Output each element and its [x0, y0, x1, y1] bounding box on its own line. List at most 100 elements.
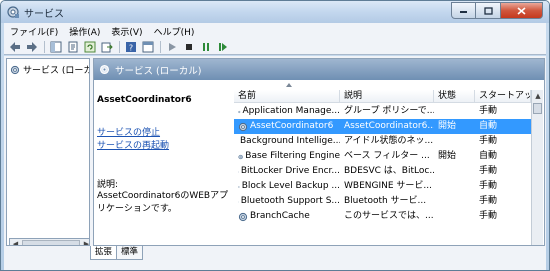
tab-extended[interactable]: 拡張: [90, 246, 118, 260]
cell-status: [434, 194, 475, 209]
menu-file[interactable]: ファイル(F): [10, 25, 58, 38]
restart-service-button[interactable]: [216, 40, 230, 54]
minimize-icon: [460, 10, 467, 13]
column-header-description[interactable]: 説明: [340, 90, 434, 103]
forward-icon: [27, 41, 37, 52]
pause-icon: [203, 42, 209, 51]
column-header-startup[interactable]: スタートアップ: [475, 90, 531, 103]
pane-title: サービス (ローカル): [115, 65, 202, 77]
caption-buttons: [451, 2, 543, 20]
table-row[interactable]: Block Level Backup ... WBENGINE サービ... 手動: [234, 179, 531, 194]
menu-view[interactable]: 表示(V): [111, 25, 142, 38]
cell-status: 開始: [438, 151, 457, 161]
service-gear-icon: [238, 201, 239, 202]
title-bar[interactable]: サービス: [1, 1, 549, 23]
list-vertical-scrollbar[interactable]: ▲: [531, 90, 543, 245]
scroll-thumb[interactable]: [533, 103, 542, 114]
description-text: AssetCoordinator6のWEBアプリケーションです。: [97, 191, 229, 214]
cell-name: Base Filtering Engine: [234, 149, 340, 164]
cell-description: BDESVC は、BitLoc...: [344, 166, 434, 176]
back-button[interactable]: [8, 40, 22, 54]
svg-text:?: ?: [129, 43, 133, 52]
maximize-icon: [483, 6, 493, 15]
service-gear-icon: [238, 185, 240, 188]
cell-description: WBENGINE サービ...: [344, 181, 432, 191]
cell-status: 開始: [438, 121, 457, 131]
export-button[interactable]: [100, 40, 114, 54]
results-pane: サービス (ローカル) AssetCoordinator6 サービスの停止 サー…: [93, 58, 545, 246]
console-icon: [142, 41, 154, 52]
stop-icon: [186, 43, 192, 50]
cell-startup: 手動: [479, 106, 498, 116]
scroll-up-arrow-icon[interactable]: ▲: [533, 90, 543, 102]
service-name: BitLocker Drive Encr...: [240, 166, 340, 176]
properties-button[interactable]: [66, 40, 80, 54]
forward-button[interactable]: [25, 40, 39, 54]
tab-standard[interactable]: 標準: [116, 246, 144, 260]
table-row[interactable]: Background Intellige... アイドル状態のネッ... 手動: [234, 134, 531, 149]
cell-name: AssetCoordinator6: [234, 119, 340, 134]
toolbar: ?: [4, 39, 546, 55]
cell-startup: 手動: [479, 211, 498, 221]
menu-bar: ファイル(F) 操作(A) 表示(V) ヘルプ(H): [4, 23, 546, 39]
selected-service-name: AssetCoordinator6: [97, 95, 192, 105]
scroll-right-arrow-icon[interactable]: ▶: [82, 240, 89, 245]
export-icon: [101, 42, 113, 52]
services-gear-icon: [10, 65, 20, 74]
services-window: サービス ファイル(F) 操作(A) 表示(V) ヘルプ(H) ? サービス (…: [0, 0, 550, 271]
scroll-thumb[interactable]: [22, 240, 80, 245]
table-row[interactable]: BranchCache このサービスでは、... 手動: [234, 209, 531, 224]
service-name: Base Filtering Engine: [245, 151, 340, 161]
minimize-button[interactable]: [451, 2, 476, 19]
cell-status: [434, 134, 475, 149]
toolbar-separator: [160, 40, 161, 53]
services-gear-icon: [7, 6, 19, 18]
cell-name: Application Manage...: [234, 104, 340, 119]
pause-service-button[interactable]: [199, 40, 213, 54]
cell-name: BranchCache: [234, 209, 340, 224]
menu-action[interactable]: 操作(A): [69, 25, 100, 38]
console-tree: サービス (ローカ ◀ ▶: [6, 58, 90, 246]
table-row[interactable]: Bluetooth Support S... Bluetooth サービ... 手動: [234, 194, 531, 209]
console-button[interactable]: [141, 40, 155, 54]
cell-description: Bluetooth サービ...: [344, 196, 427, 206]
restart-icon: [219, 42, 227, 51]
cell-startup: 手動: [479, 166, 498, 176]
tree-horizontal-scrollbar[interactable]: ◀ ▶: [9, 238, 89, 245]
service-name: Bluetooth Support S...: [240, 196, 340, 206]
toolbar-separator: [119, 40, 120, 53]
refresh-button[interactable]: [83, 40, 97, 54]
table-row[interactable]: Base Filtering Engine ベース フィルター ... 開始 自動: [234, 149, 531, 164]
start-service-button[interactable]: [165, 40, 179, 54]
service-name: Background Intellige...: [240, 136, 340, 146]
column-header-name[interactable]: 名前: [234, 90, 340, 103]
cell-description: このサービスでは、...: [344, 211, 434, 221]
service-name: BranchCache: [250, 211, 310, 221]
table-row[interactable]: BitLocker Drive Encr... BDESVC は、BitLoc..…: [234, 164, 531, 179]
table-row[interactable]: AssetCoordinator6 AssetCoordinator6... 開始 自…: [234, 119, 531, 134]
cell-status: [434, 104, 475, 119]
view-tabs: 拡張 標準: [90, 246, 144, 260]
client-area: サービス (ローカ ◀ ▶ サービス (ローカル) AssetCoordinat…: [4, 56, 546, 266]
cell-startup: 自動: [479, 121, 498, 131]
services-list: 名前 説明 状態 スタートアップ Application Manage... グル…: [234, 80, 544, 245]
close-button[interactable]: [501, 2, 543, 19]
service-gear-icon: [238, 212, 248, 221]
stop-service-link[interactable]: サービスの停止: [97, 125, 160, 138]
scroll-left-arrow-icon[interactable]: ◀: [11, 240, 20, 245]
show-hide-tree-button[interactable]: [49, 40, 63, 54]
table-row[interactable]: Application Manage... グループ ポリシーで... 手動: [234, 104, 531, 119]
restart-service-link[interactable]: サービスの再起動: [97, 138, 169, 151]
tree-node-services-local[interactable]: サービス (ローカ: [10, 63, 90, 76]
toolbar-separator: [44, 40, 45, 53]
cell-description: ベース フィルター ...: [344, 151, 430, 161]
help-button[interactable]: ?: [124, 40, 138, 54]
menu-help[interactable]: ヘルプ(H): [154, 25, 195, 38]
tree-node-label: サービス (ローカ: [23, 66, 90, 76]
stop-service-button[interactable]: [182, 40, 196, 54]
status-bar: [4, 250, 546, 270]
cell-status: [434, 164, 475, 179]
cell-description: アイドル状態のネッ...: [344, 136, 434, 146]
column-header-status[interactable]: 状態: [434, 90, 475, 103]
maximize-button[interactable]: [476, 2, 501, 19]
